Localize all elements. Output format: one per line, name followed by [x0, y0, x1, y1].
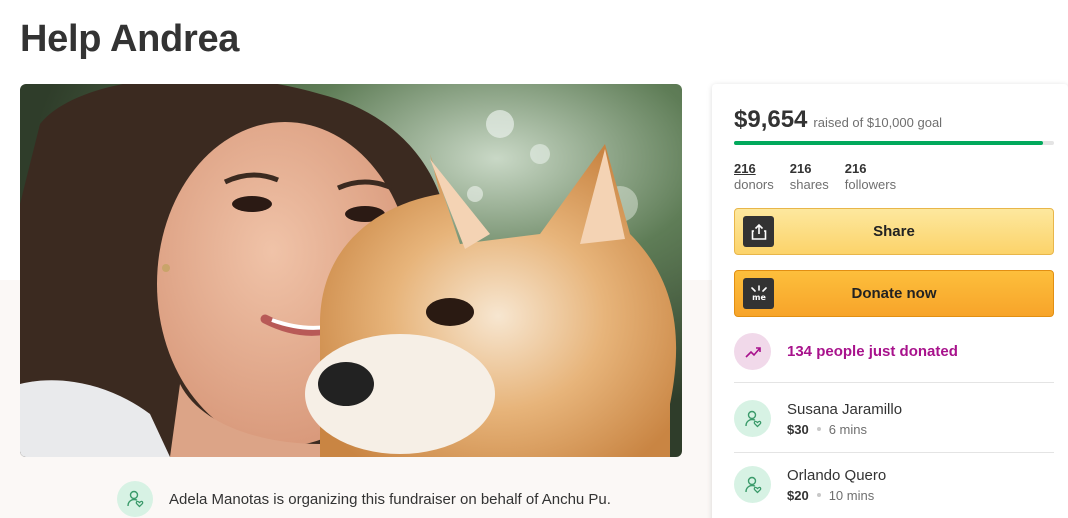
divider: [734, 452, 1054, 453]
donate-button-label: Donate now: [851, 285, 937, 302]
stat-followers-number: 216: [844, 161, 867, 176]
stat-followers: 216 followers: [845, 161, 896, 193]
donor-info: Susana Jaramillo $30 6 mins: [787, 401, 902, 437]
donor-meta: $20 10 mins: [787, 488, 886, 503]
progress-fill: [734, 141, 1043, 145]
user-heart-icon: [744, 410, 761, 427]
donor-avatar: [734, 466, 771, 503]
stat-shares-label: shares: [789, 177, 829, 192]
raised-row: $9,654 raised of $10,000 goal: [734, 106, 942, 134]
donation-summary-card: $9,654 raised of $10,000 goal 216 donors…: [712, 84, 1068, 518]
divider: [734, 382, 1054, 383]
donor-meta: $30 6 mins: [787, 422, 902, 437]
donation-time: 10 mins: [828, 487, 875, 503]
separator-dot: [816, 493, 821, 497]
donor-name: Susana Jaramillo: [787, 400, 903, 418]
just-donated-text: 134 people just donated: [787, 343, 958, 360]
raised-goal-label: raised of $10,000 goal: [813, 115, 943, 130]
donor-name: Orlando Quero: [787, 466, 887, 484]
stat-donors-label: donors: [734, 177, 774, 192]
organizer-line: Adela Manotas is organizing this fundrai…: [117, 481, 611, 517]
hero-photo: [20, 84, 682, 457]
share-button-label: Share: [873, 223, 915, 240]
stat-shares-number: 216: [789, 161, 812, 176]
recent-activity-banner: 134 people just donated: [734, 333, 958, 370]
separator-dot: [816, 427, 821, 431]
donor-info: Orlando Quero $20 10 mins: [787, 467, 886, 503]
stat-followers-label: followers: [844, 177, 897, 192]
organizer-text: Adela Manotas is organizing this fundrai…: [169, 490, 611, 508]
svg-text:me: me: [752, 293, 766, 302]
donation-item: Susana Jaramillo $30 6 mins: [734, 400, 902, 437]
user-heart-icon: [744, 476, 761, 493]
stat-donors-number[interactable]: 216: [734, 161, 774, 177]
page-title: Help Andrea: [20, 18, 240, 60]
progress-bar: [734, 141, 1054, 145]
donation-time: 6 mins: [828, 421, 867, 437]
donor-avatar: [734, 400, 771, 437]
donation-amount: $20: [787, 487, 809, 503]
stat-donors[interactable]: 216 donors: [734, 161, 774, 193]
stat-shares: 216 shares: [790, 161, 829, 193]
gofundme-logo-icon: me: [743, 278, 774, 309]
donation-amount: $30: [787, 421, 809, 437]
donation-item: Orlando Quero $20 10 mins: [734, 466, 886, 503]
share-icon: [743, 216, 774, 247]
donate-now-button[interactable]: me Donate now: [734, 270, 1054, 317]
user-heart-icon: [127, 490, 144, 508]
raised-amount: $9,654: [734, 106, 808, 133]
organizer-avatar: [117, 481, 153, 517]
trending-up-icon: [734, 333, 771, 370]
share-button[interactable]: Share: [734, 208, 1054, 255]
stats-row: 216 donors 216 shares 216 followers: [734, 161, 896, 193]
